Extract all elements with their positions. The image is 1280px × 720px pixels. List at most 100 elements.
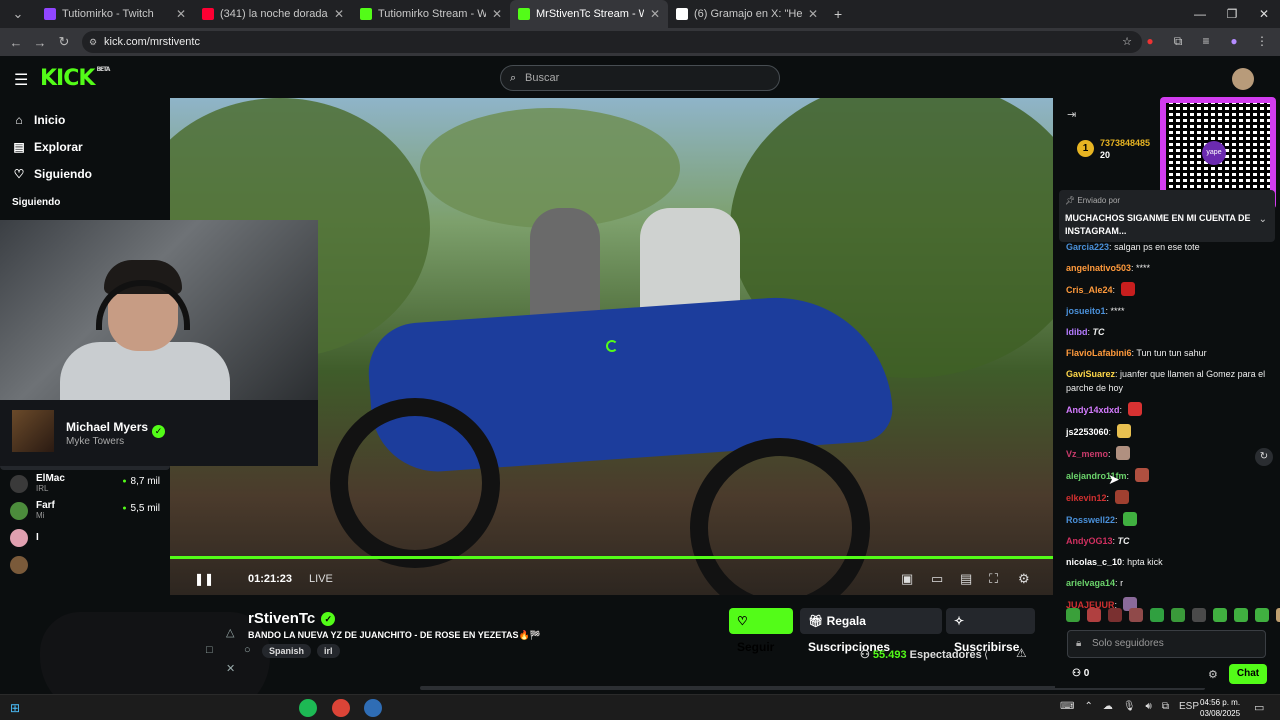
chrome-icon[interactable] <box>332 699 350 717</box>
close-tab-icon[interactable]: ✕ <box>334 7 344 21</box>
profile-icon[interactable]: ● <box>1226 34 1242 50</box>
chat-username[interactable]: arielvaga14 <box>1066 578 1115 588</box>
settings-gear-icon[interactable]: ⚙ <box>1018 571 1030 587</box>
url-field[interactable]: ⚙ kick.com/mrstiventc ☆ <box>82 31 1142 53</box>
reload-icon[interactable]: ↻ <box>52 34 76 50</box>
emote-icon[interactable] <box>1129 608 1143 622</box>
sidebar-item-explorar[interactable]: ▤ Explorar <box>0 133 170 160</box>
volume-icon[interactable]: 🔊︎ <box>1146 701 1152 712</box>
close-tab-icon[interactable]: ✕ <box>808 7 818 21</box>
chat-username[interactable]: Andy14xdxd <box>1066 405 1120 415</box>
chat-username[interactable]: GaviSuarez <box>1066 369 1115 379</box>
emote-icon[interactable] <box>1213 608 1227 622</box>
windows-start-icon[interactable]: ⊞ <box>10 701 20 715</box>
close-tab-icon[interactable]: ✕ <box>650 7 660 21</box>
notification-icon[interactable]: ▭ <box>1254 701 1264 714</box>
close-tab-icon[interactable]: ✕ <box>176 7 186 21</box>
chat-username[interactable]: Idibd <box>1066 327 1088 337</box>
loading-spinner <box>606 340 618 352</box>
chat-username[interactable]: Cris_Ale24 <box>1066 285 1113 295</box>
subscribe-button[interactable]: ✧ Suscribirse <box>946 608 1035 654</box>
browser-tab[interactable]: (341) la noche dorada - YouTube ✕ <box>194 0 352 28</box>
chat-username[interactable]: Vz_memo <box>1066 449 1108 459</box>
chat-username[interactable]: angelnativo503 <box>1066 263 1131 273</box>
puzzle-icon[interactable]: ⧉ <box>1170 34 1186 50</box>
emote-icon[interactable] <box>1108 608 1122 622</box>
share-icon[interactable]: ⟨ <box>984 648 988 661</box>
close-tab-icon[interactable]: ✕ <box>492 7 502 21</box>
stream-tag[interactable]: Spanish <box>262 644 312 658</box>
emote-icon[interactable] <box>1066 608 1080 622</box>
chat-username[interactable]: josueito1 <box>1066 306 1106 316</box>
user-avatar[interactable] <box>1232 68 1254 90</box>
following-channel-item[interactable]: FarfMi 5,5 mil <box>0 497 170 524</box>
report-icon[interactable]: ⚠ <box>1016 646 1027 660</box>
following-channel-item[interactable] <box>0 551 170 578</box>
chat-input[interactable]: 🔒︎ Solo seguidores <box>1067 630 1266 658</box>
network-icon[interactable]: ⧉ <box>1162 701 1169 712</box>
new-tab-button[interactable]: + <box>834 6 842 22</box>
kick-logo[interactable]: KICK BETA <box>40 66 110 91</box>
channel-name[interactable]: rStivenTc ✓ <box>248 610 336 627</box>
chat-username[interactable]: FlavioLafabini6 <box>1066 348 1132 358</box>
progress-bar[interactable] <box>170 556 1053 559</box>
chat-username[interactable]: nicolas_c_10 <box>1066 557 1122 567</box>
clip-icon[interactable]: ▤ <box>960 571 972 587</box>
follow-button[interactable]: ♡ Seguir <box>729 608 793 654</box>
emote-icon[interactable] <box>1192 608 1206 622</box>
browser-tab[interactable]: Tutiomirko Stream - Watch Live ✕ <box>352 0 510 28</box>
sidebar-item-siguiendo[interactable]: ♡ Siguiendo <box>0 160 170 187</box>
points-display[interactable]: ⚇ 0 <box>1072 668 1089 679</box>
keyboard-icon[interactable]: ⌨ <box>1060 701 1074 712</box>
chat-settings-icon[interactable]: ⚙ <box>1208 668 1218 681</box>
browser-tab[interactable]: Tutiomirko - Twitch ✕ <box>36 0 194 28</box>
browser-tab[interactable]: (6) Gramajo en X: "Hermano m ✕ <box>668 0 826 28</box>
bookmark-star-icon[interactable]: ☆ <box>1122 31 1132 53</box>
gift-subs-button[interactable]: 🎁︎ Regala Suscripciones <box>800 608 942 654</box>
sidebar-item-inicio[interactable]: ⌂ Inicio <box>0 106 170 133</box>
back-icon[interactable]: ← <box>4 35 28 50</box>
fullscreen-icon[interactable]: ⛶ <box>989 571 998 587</box>
emote-icon[interactable] <box>1255 608 1269 622</box>
restore-icon[interactable]: ❐ <box>1216 0 1248 28</box>
emote-icon[interactable] <box>1276 608 1280 622</box>
close-window-icon[interactable]: ✕ <box>1248 0 1280 28</box>
chat-username[interactable]: js2253060 <box>1066 427 1109 437</box>
browser-tab[interactable]: MrStivenTc Stream - Watch Live ✕ <box>510 0 668 28</box>
pause-icon[interactable]: ❚❚ <box>194 572 214 586</box>
emote-icon[interactable] <box>1171 608 1185 622</box>
spotify-icon[interactable] <box>299 699 317 717</box>
language-label[interactable]: ESP <box>1179 701 1199 712</box>
tray-chevron-icon[interactable]: ⌃ <box>1084 701 1092 712</box>
forward-icon[interactable]: → <box>28 35 52 50</box>
tab-search-icon[interactable]: ⌄ <box>6 6 30 22</box>
pinned-message[interactable]: 📌︎ Enviado por MUCHACHOS SIGANME EN MI C… <box>1059 190 1275 242</box>
send-chat-button[interactable]: Chat <box>1229 664 1267 684</box>
chat-username[interactable]: elkevin12 <box>1066 493 1107 503</box>
stream-tag[interactable]: irl <box>317 644 340 658</box>
search-input[interactable]: ⌕ Buscar <box>500 65 780 91</box>
chat-username[interactable]: Garcia223 <box>1066 242 1109 252</box>
emote-icon[interactable] <box>1234 608 1248 622</box>
following-channel-item[interactable]: ElMacIRL 8,7 mil <box>0 470 170 497</box>
theater-icon[interactable]: ▭ <box>931 571 943 587</box>
scroll-to-latest-icon[interactable]: ↻ <box>1255 448 1273 466</box>
chat-username[interactable]: Rosswell22 <box>1066 515 1115 525</box>
chat-username[interactable]: AndyOG13 <box>1066 536 1113 546</box>
menu-icon[interactable]: ☰ <box>14 70 28 90</box>
media-icon[interactable]: ≡ <box>1198 34 1214 50</box>
system-clock[interactable]: 04:56 p. m. 03/08/2025 <box>1200 697 1240 719</box>
chevron-down-icon[interactable]: ⌄ <box>1259 214 1267 225</box>
app-shield-icon[interactable] <box>364 699 382 717</box>
emote-icon[interactable] <box>1150 608 1164 622</box>
emote-icon[interactable] <box>1087 608 1101 622</box>
cloud-icon[interactable]: ☁ <box>1103 701 1113 712</box>
miniplayer-icon[interactable]: ▣ <box>901 571 913 587</box>
following-channel-item[interactable]: I <box>0 524 170 551</box>
minimize-icon[interactable]: — <box>1184 0 1216 28</box>
site-info-icon[interactable]: ⚙ <box>89 31 97 53</box>
extension-icon[interactable]: ● <box>1142 34 1158 50</box>
menu-dots-icon[interactable]: ⋮ <box>1254 34 1270 50</box>
collapse-chat-icon[interactable]: ⇥ <box>1067 108 1076 121</box>
mic-icon[interactable]: 🎙︎ <box>1123 701 1136 712</box>
